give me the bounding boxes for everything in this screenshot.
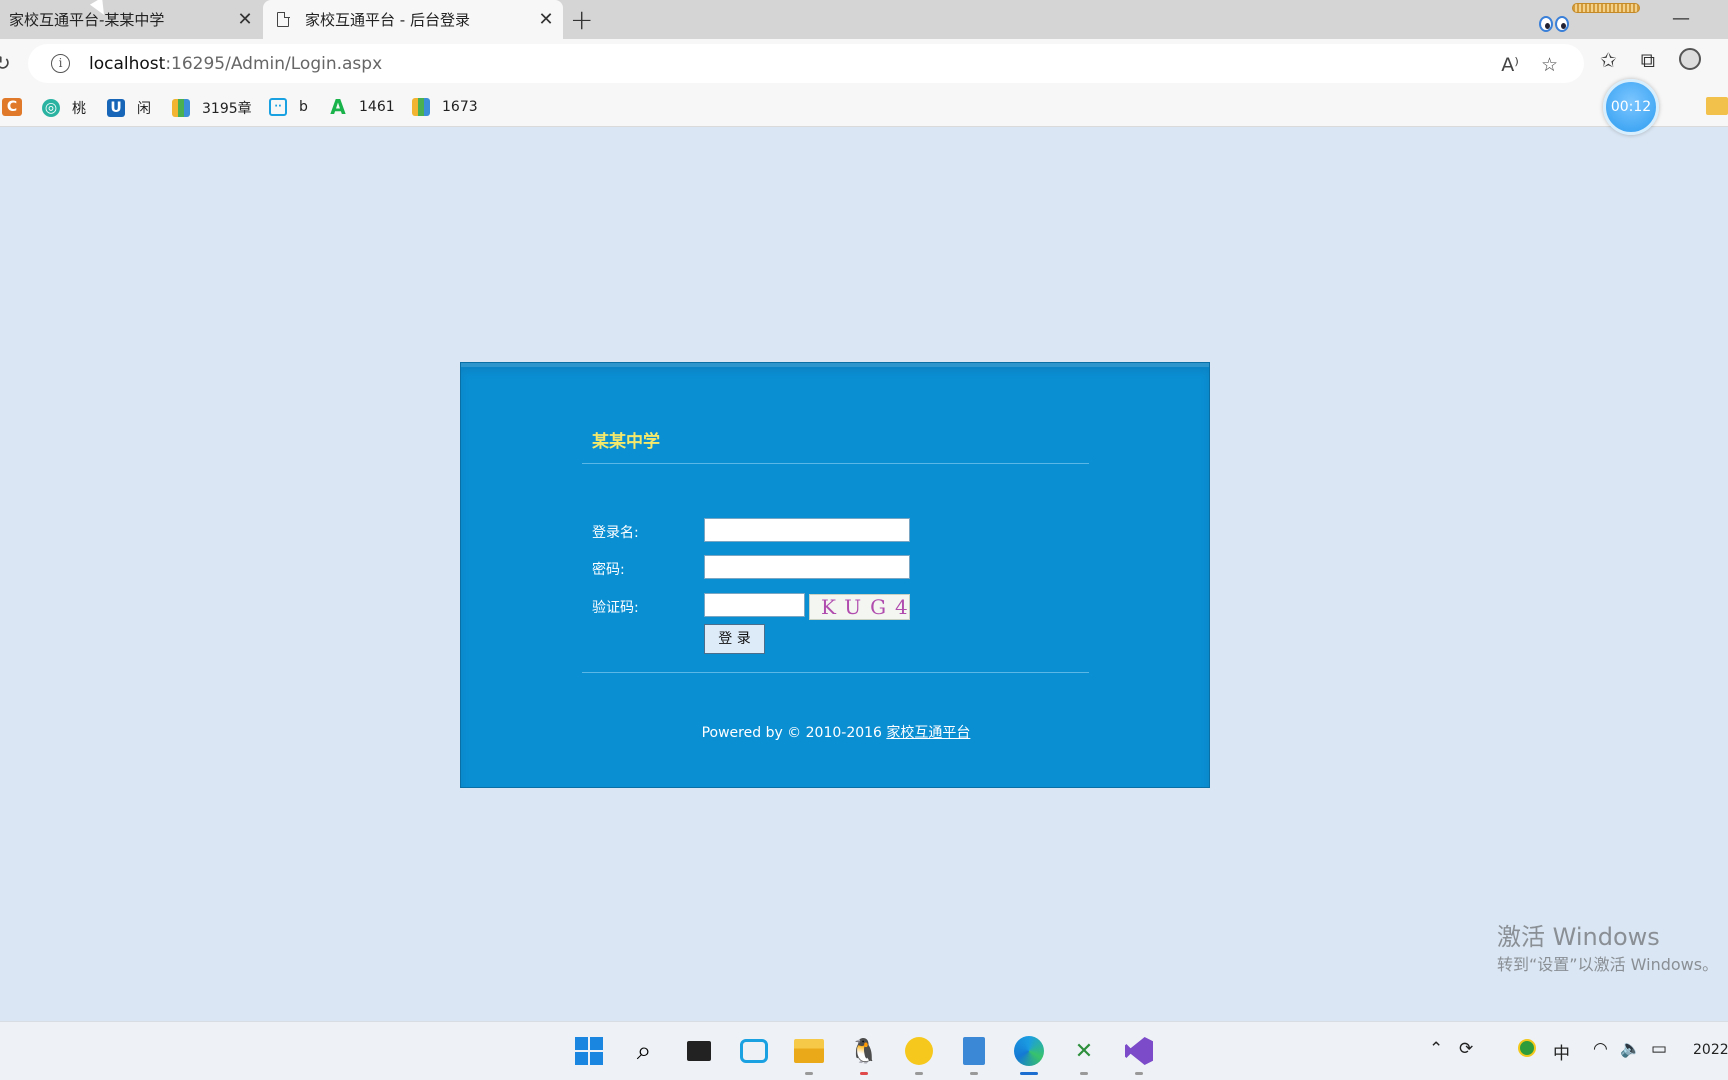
windows-logo-icon [575,1037,603,1065]
tool-app-icon[interactable]: ✕ [1066,1033,1102,1075]
bookmarks-bar: C ◎ 桃 U 闲 3195章 ·· b A 1461 1673 [0,89,1728,127]
activation-watermark-subtitle: 转到“设置”以激活 Windows。 [1497,955,1719,974]
school-name: 某某中学 [592,432,660,452]
edge-browser-icon[interactable] [1011,1033,1047,1075]
reload-icon[interactable]: ↻ [0,51,11,75]
c-bookmark-icon: C [2,98,22,116]
book-bookmark-icon [172,99,190,117]
mascot-icon[interactable] [1537,8,1577,42]
username-label: 登录名: [592,525,639,541]
bookmark-c[interactable]: C [2,98,34,116]
login-panel: 某某中学 登录名: 密码: 验证码: KUG4 登 录 Powered by ©… [460,362,1210,788]
a-bookmark-icon: A [330,95,346,119]
battery-icon[interactable]: ▭ [1651,1039,1667,1059]
book-bookmark-icon [412,98,430,116]
captcha-image[interactable]: KUG4 [809,594,910,620]
notepad-icon[interactable] [956,1033,992,1075]
bookmark-item[interactable]: A 1461 [329,95,394,119]
wifi-icon[interactable]: ◠ [1593,1039,1608,1059]
progress-strip-icon [1572,3,1640,13]
url-text[interactable]: localhost:16295/Admin/Login.aspx [89,54,382,74]
divider [582,463,1089,464]
music-app-icon[interactable] [901,1033,937,1075]
add-favorite-icon[interactable]: ☆ [1541,54,1558,76]
task-view-icon[interactable] [681,1033,717,1069]
address-bar[interactable]: i localhost:16295/Admin/Login.aspx A⁾ ☆ [28,44,1584,83]
bookmark-item[interactable]: 3195章 [172,98,252,118]
bilibili-bookmark-icon: ·· [269,98,287,116]
footer: Powered by © 2010-2016 家校互通平台 [461,722,1211,742]
input-method-icon[interactable] [1518,1039,1536,1062]
activation-watermark-title: 激活 Windows [1497,923,1660,951]
peach-bookmark-icon: ◎ [42,99,60,117]
bookmarks-folder-icon[interactable] [1706,97,1728,115]
read-aloud-icon[interactable]: A⁾ [1501,54,1519,76]
bookmark-item[interactable]: ◎ 桃 [42,98,86,118]
ime-language-indicator[interactable]: 中 [1553,1039,1570,1064]
password-input[interactable] [704,555,910,579]
tab-school-portal[interactable]: 家校互通平台-某某中学 ✕ [0,0,262,39]
captcha-label: 验证码: [592,600,639,616]
footer-copyright: Powered by © 2010-2016 [701,725,887,741]
footer-link[interactable]: 家校互通平台 [886,725,970,741]
tab-title: 家校互通平台-某某中学 [9,11,165,29]
collections-icon[interactable]: ⧉ [1641,48,1655,72]
start-button[interactable] [571,1033,607,1069]
floating-timer[interactable]: 00:12 [1603,79,1659,135]
search-icon[interactable]: ⌕ [626,1033,662,1069]
close-tab-icon[interactable]: ✕ [228,9,262,30]
u-bookmark-icon: U [107,99,125,117]
login-button[interactable]: 登 录 [704,624,765,654]
system-clock[interactable]: 2022 [1693,1042,1728,1058]
tab-title: 家校互通平台 - 后台登录 [305,11,470,29]
close-tab-icon[interactable]: ✕ [529,9,563,30]
favorites-icon[interactable]: ✩ [1600,48,1617,72]
bookmark-item[interactable]: U 闲 [107,98,151,118]
visual-studio-icon[interactable] [1121,1033,1157,1075]
minimize-button[interactable]: — [1672,8,1690,29]
captcha-input[interactable] [704,593,805,617]
show-hidden-icons-icon[interactable]: ⌃ [1429,1039,1443,1059]
qq-icon[interactable]: 🐧 [846,1033,882,1075]
page-icon [277,11,290,27]
site-info-icon[interactable]: i [51,54,70,73]
new-tab-button[interactable]: + [570,3,593,36]
file-explorer-icon[interactable] [791,1033,827,1075]
bookmark-item[interactable]: ·· b [269,98,308,116]
bookmark-item[interactable]: 1673 [412,98,478,116]
browser-toolbar: ↻ i localhost:16295/Admin/Login.aspx A⁾ … [0,39,1728,89]
taskbar: ⌕ 🐧 ✕ ⌃ ⟳ 中 ◠ 🔈 ▭ 2022 [0,1021,1728,1080]
browser-tab-strip: 家校互通平台-某某中学 ✕ 家校互通平台 - 后台登录 ✕ + — [0,0,1728,39]
divider [582,672,1089,673]
password-label: 密码: [592,562,625,578]
username-input[interactable] [704,518,910,542]
volume-icon[interactable]: 🔈 [1620,1039,1641,1059]
bilibili-app-icon[interactable] [736,1033,772,1069]
sync-icon[interactable]: ⟳ [1459,1039,1473,1059]
tab-admin-login[interactable]: 家校互通平台 - 后台登录 ✕ [263,0,563,39]
profile-avatar[interactable] [1679,48,1702,70]
